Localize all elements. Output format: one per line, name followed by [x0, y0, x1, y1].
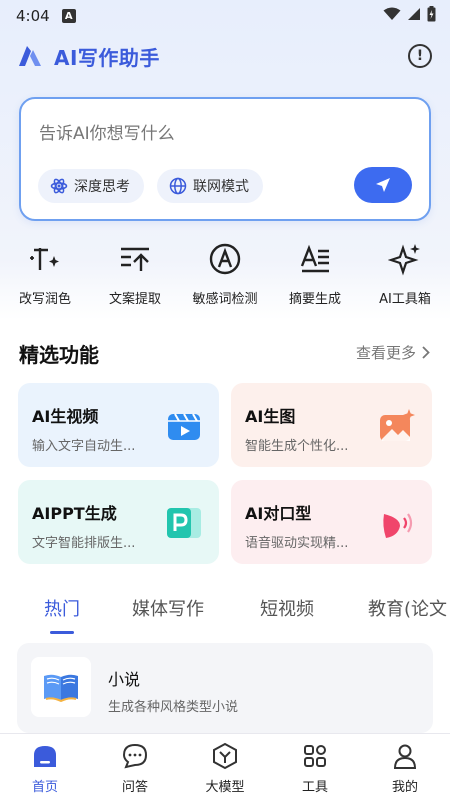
tool-ai-toolbox-label: AI工具箱	[379, 292, 431, 307]
extract-text-icon	[121, 247, 149, 271]
send-button[interactable]	[354, 167, 412, 203]
image-icon	[380, 409, 415, 441]
prompt-input[interactable]: 告诉AI你想写什么	[39, 119, 175, 144]
tool-summary[interactable]: 摘要生成	[270, 238, 360, 307]
lip-sync-icon	[383, 513, 413, 538]
nav-home[interactable]: 首页	[0, 734, 90, 800]
featured-title: 精选功能	[19, 343, 99, 367]
quick-tools: 改写润色 文案提取 敏感词检测 摘要生成 AI工具箱	[0, 238, 450, 307]
tool-rewrite-label: 改写润色	[18, 292, 71, 307]
tab-short-video[interactable]: 短视频	[260, 595, 314, 621]
list-item-title: 小说	[108, 670, 141, 689]
info-icon[interactable]: !	[408, 44, 432, 68]
see-more-link[interactable]: 查看更多	[356, 342, 430, 363]
nav-home-label: 首页	[31, 780, 58, 795]
nav-profile-label: 我的	[391, 780, 418, 795]
tool-summary-label: 摘要生成	[288, 292, 341, 307]
tab-education[interactable]: 教育(论文	[368, 595, 447, 621]
list-item-subtitle: 生成各种风格类型小说	[108, 700, 239, 715]
web-mode-chip[interactable]: 联网模式	[157, 169, 263, 203]
book-thumbnail	[31, 657, 91, 717]
status-indicators	[383, 6, 436, 22]
tool-ai-toolbox[interactable]: AI工具箱	[360, 238, 450, 307]
nav-tools[interactable]: 工具	[270, 734, 360, 800]
sparkle-icon	[388, 244, 420, 276]
nav-qa-label: 问答	[121, 780, 148, 795]
tool-extract[interactable]: 文案提取	[90, 238, 180, 307]
app-logo-icon	[19, 46, 41, 66]
model-icon	[213, 742, 237, 770]
tools-grid-icon	[304, 745, 326, 767]
nav-tools-label: 工具	[301, 780, 328, 795]
list-item[interactable]: 小说 生成各种风格类型小说	[17, 643, 433, 733]
active-tab-indicator	[50, 631, 74, 634]
tab-hot[interactable]: 热门	[44, 595, 80, 621]
tool-rewrite[interactable]: 改写润色	[0, 238, 90, 307]
status-bar: 4:04 A	[0, 0, 450, 32]
feature-card-ai-ppt[interactable]: AIPPT生成 文字智能排版生...	[18, 480, 219, 564]
battery-icon	[427, 6, 436, 22]
home-icon	[34, 746, 56, 767]
prompt-input-card[interactable]: 告诉AI你想写什么 深度思考 联网模式	[19, 97, 431, 221]
wifi-icon	[383, 7, 401, 20]
chevron-right-icon	[422, 346, 430, 359]
deep-thinking-chip[interactable]: 深度思考	[38, 169, 144, 203]
nav-model-label: 大模型	[205, 780, 245, 795]
app-header: AI写作助手 !	[18, 38, 432, 74]
notification-icon: A	[61, 9, 76, 23]
rewrite-icon	[30, 248, 59, 270]
tool-sensitive-label: 敏感词检测	[192, 292, 258, 307]
feature-card-ai-image[interactable]: AI生图 智能生成个性化...	[231, 383, 432, 467]
chat-icon	[122, 743, 148, 769]
summary-icon	[300, 244, 329, 273]
web-mode-label: 联网模式	[193, 179, 249, 195]
status-time: 4:04	[16, 7, 50, 25]
tool-sensitive[interactable]: 敏感词检测	[180, 238, 270, 307]
category-tabs: 热门 媒体写作 短视频 教育(论文	[0, 595, 450, 635]
bottom-navigation: 首页 问答 大模型 工具 我的	[0, 733, 450, 800]
send-icon	[376, 178, 390, 192]
tab-media-writing[interactable]: 媒体写作	[132, 595, 204, 621]
feature-card-ai-lipsync[interactable]: AI对口型 语音驱动实现精...	[231, 480, 432, 564]
deep-thinking-label: 深度思考	[74, 179, 130, 195]
nav-qa[interactable]: 问答	[90, 734, 180, 800]
tool-extract-label: 文案提取	[108, 292, 161, 307]
profile-icon	[393, 744, 417, 769]
nav-profile[interactable]: 我的	[360, 734, 450, 800]
signal-icon	[408, 8, 420, 20]
video-icon	[168, 413, 200, 440]
see-more-label: 查看更多	[355, 344, 416, 362]
nav-model[interactable]: 大模型	[180, 734, 270, 800]
globe-icon	[169, 177, 187, 195]
ppt-icon	[167, 508, 201, 538]
feature-card-ai-video[interactable]: AI生视频 输入文字自动生...	[18, 383, 219, 467]
atom-icon	[50, 178, 68, 194]
book-icon	[44, 674, 78, 702]
sensitive-check-icon	[209, 243, 241, 275]
app-title: AI写作助手	[54, 45, 160, 70]
